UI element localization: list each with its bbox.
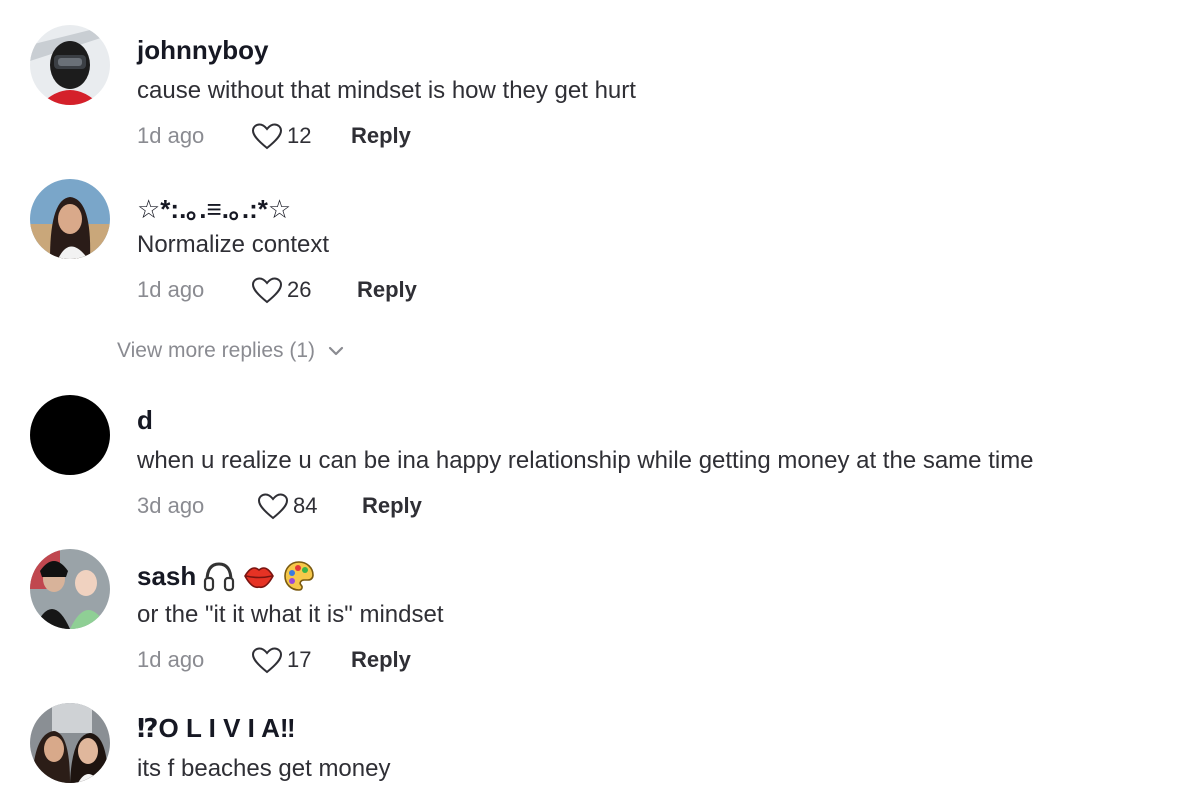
username[interactable]: sash [137,559,316,593]
comment-meta: 3d ago 84 Reply [137,489,422,523]
comment-item: ☆*:.｡.≡.｡.:*☆ Normalize context 1d ago 2… [0,179,1200,319]
comment-time: 1d ago [137,647,205,672]
palette-emoji-icon [282,559,316,593]
username[interactable]: ⁉O L I V I A‼ [137,713,296,744]
comment-text: cause without that mindset is how they g… [137,77,636,104]
helmet-avatar-icon [30,25,110,105]
like-count: 12 [287,123,312,148]
comment-text: or the "it it what it is" mindset [137,601,444,628]
comment-text: its f beaches get money [137,755,391,782]
view-more-label: View more replies (1) [117,339,316,362]
like-button[interactable]: 17 [251,646,351,674]
comment-item: sash or the "it it what it is" mindset 1… [0,549,1200,689]
username-text: johnnyboy [137,35,269,65]
reply-button[interactable]: Reply [351,123,411,149]
heart-icon [251,122,283,150]
comment-meta: 1d ago 12 Reply [137,119,411,153]
reply-button[interactable]: Reply [362,493,422,519]
comment-time: 1d ago [137,277,205,302]
comment-meta: 1d ago 17 Reply [137,643,411,677]
heart-icon [257,492,289,520]
like-count: 17 [287,647,312,672]
heart-icon [251,276,283,304]
avatar[interactable] [30,703,110,783]
comment-item: d when u realize u can be ina happy rela… [0,395,1200,535]
comment-item: johnnyboy cause without that mindset is … [0,25,1200,165]
black-avatar-icon [30,395,110,475]
comment-text: when u realize u can be ina happy relati… [137,447,1034,474]
friends-avatar-icon [30,703,110,783]
username-text: sash [137,560,197,591]
headphones-emoji-icon [202,559,236,593]
username[interactable]: d [137,405,153,436]
comment-item: ⁉O L I V I A‼ its f beaches get money [0,703,1200,800]
avatar[interactable] [30,25,110,105]
like-button[interactable]: 26 [251,276,357,304]
username[interactable]: johnnyboy [137,35,268,66]
chevron-down-icon [327,344,345,358]
woman-avatar-icon [30,179,110,259]
comment-time: 1d ago [137,123,205,148]
comment-time: 3d ago [137,493,205,518]
avatar[interactable] [30,395,110,475]
reply-button[interactable]: Reply [357,277,417,303]
lips-emoji-icon [242,559,276,593]
avatar[interactable] [30,549,110,629]
like-button[interactable]: 12 [251,122,351,150]
like-count: 84 [293,493,318,518]
username[interactable]: ☆*:.｡.≡.｡.:*☆ [137,189,291,226]
comment-text: Normalize context [137,231,330,258]
view-more-replies[interactable]: View more replies (1) [117,336,345,366]
reply-button[interactable]: Reply [351,647,411,673]
like-count: 26 [287,277,312,302]
username-text: d [137,405,153,435]
heart-icon [251,646,283,674]
couple-avatar-icon [30,549,110,629]
username-text: ⁉O L I V I A‼ [137,713,296,743]
username-text: ☆*:.｡.≡.｡.:*☆ [137,194,292,224]
avatar[interactable] [30,179,110,259]
like-button[interactable]: 84 [257,492,362,520]
comment-meta: 1d ago 26 Reply [137,273,417,307]
